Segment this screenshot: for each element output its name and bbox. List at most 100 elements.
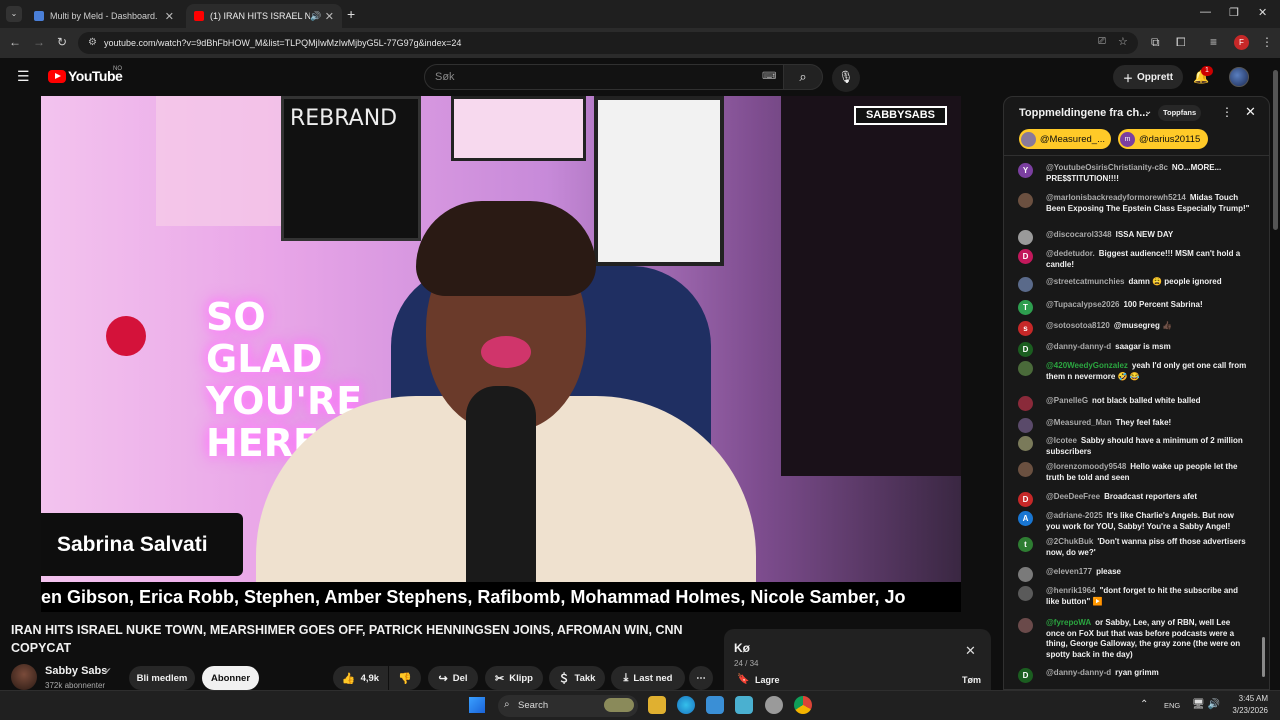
channel-avatar[interactable] — [11, 664, 37, 690]
page-scrollbar-thumb[interactable] — [1273, 70, 1278, 230]
queue-save-button[interactable]: Lagre — [755, 675, 780, 685]
file-explorer-icon[interactable] — [648, 696, 666, 714]
chat-author-name[interactable]: @420WeedyGonzalez — [1046, 361, 1128, 370]
close-icon[interactable]: ✕ — [965, 643, 976, 659]
chat-message[interactable]: @fyrepoWA or Sabby, Lee, any of RBN, well… — [1018, 618, 1250, 660]
subscribe-button[interactable]: Abonner — [202, 666, 259, 690]
chat-message[interactable]: D @DeeDeeFree Broadcast reporters afet — [1018, 492, 1250, 507]
chat-author-avatar[interactable] — [1018, 361, 1033, 376]
chat-message[interactable]: @discocarol3348 ISSA NEW DAY — [1018, 230, 1250, 245]
chat-scrollbar[interactable] — [1262, 637, 1265, 677]
reading-list-icon[interactable]: ≡ — [1210, 35, 1217, 49]
store-app-icon[interactable] — [706, 696, 724, 714]
chat-author-avatar[interactable] — [1018, 193, 1033, 208]
chat-author-name[interactable]: @danny-danny-d — [1046, 668, 1111, 677]
minimize-icon[interactable]: — — [1200, 6, 1211, 18]
dislike-button[interactable]: 👎 — [389, 666, 421, 690]
obs-app-icon[interactable] — [765, 696, 783, 714]
account-avatar[interactable] — [1229, 67, 1249, 87]
windows-start-icon[interactable] — [469, 697, 485, 713]
chat-message[interactable]: D @danny-danny-d saagar is msm — [1018, 342, 1250, 357]
chat-author-avatar[interactable] — [1018, 277, 1033, 292]
chat-author-name[interactable]: @discocarol3348 — [1046, 230, 1112, 239]
more-options-icon[interactable]: ⋮ — [1221, 105, 1233, 119]
browser-menu-icon[interactable]: ⋮ — [1261, 35, 1273, 49]
thanks-button[interactable]: ＄ Takk — [549, 666, 605, 690]
chat-message[interactable]: A @adriane-2025 It's like Charlie's Angels… — [1018, 511, 1250, 532]
chat-message[interactable]: @lorenzomoody9548 Hello wake up people le… — [1018, 462, 1250, 483]
download-button[interactable]: ⤓ Last ned — [611, 666, 685, 690]
chat-author-name[interactable]: @marlonisbackreadyformorewh5214 — [1046, 193, 1186, 202]
tab-search-button[interactable]: ⌄ — [6, 6, 22, 22]
keyboard-icon[interactable]: ⌨ — [762, 71, 776, 82]
more-actions-button[interactable]: ⋯ — [689, 666, 713, 690]
chat-author-avatar[interactable] — [1018, 462, 1033, 477]
share-button[interactable]: ↪ Del — [428, 666, 478, 690]
chat-message[interactable]: s @sotosotoa8120 @musegreg 👍🏿 — [1018, 321, 1250, 336]
close-chat-icon[interactable]: ✕ — [1245, 104, 1256, 120]
chat-author-name[interactable]: @DeeDeeFree — [1046, 492, 1100, 501]
network-volume-icon[interactable]: 🖥 🔊 — [1192, 699, 1220, 710]
chat-message[interactable]: @Measured_Man They feel fake! — [1018, 418, 1250, 433]
chat-message[interactable]: @marlonisbackreadyformorewh5214 Midas Tou… — [1018, 193, 1250, 214]
clip-button[interactable]: ✂ Klipp — [485, 666, 543, 690]
new-tab-button[interactable]: + — [347, 6, 355, 22]
video-player[interactable]: REBRAND SO GLAD YOU'RE HERE SABBYSABS Sa… — [41, 96, 961, 612]
chat-author-name[interactable]: @Tupacalypse2026 — [1046, 300, 1119, 309]
close-tab-icon[interactable]: ✕ — [165, 10, 174, 23]
extensions-icon[interactable]: ⧠ — [1176, 35, 1186, 50]
chat-message[interactable]: D @dedetudor. Biggest audience!!! MSM can'… — [1018, 249, 1250, 270]
tab-meld-dashboard[interactable]: Multi by Meld - Dashboard. ✕ — [26, 4, 182, 28]
chat-author-avatar[interactable] — [1018, 418, 1033, 433]
site-info-icon[interactable]: ⚙ — [88, 37, 97, 48]
edge-browser-icon[interactable] — [677, 696, 695, 714]
chat-author-name[interactable]: @danny-danny-d — [1046, 342, 1111, 351]
chat-author-avatar[interactable] — [1018, 436, 1033, 451]
create-button[interactable]: ＋ Opprett — [1113, 65, 1183, 89]
chat-author-avatar[interactable] — [1018, 618, 1033, 633]
chat-message[interactable]: Y @YoutubeOsirisChristianity-c8c NO...MORE… — [1018, 163, 1250, 184]
chat-author-avatar[interactable]: A — [1018, 511, 1033, 526]
chat-author-name[interactable]: @YoutubeOsirisChristianity-c8c — [1046, 163, 1168, 172]
tab-youtube-video[interactable]: (1) IRAN HITS ISRAEL NUKE 🔊 ✕ — [186, 4, 342, 28]
taskbar-search[interactable]: ⌕ Search — [498, 695, 638, 717]
forward-icon[interactable]: → — [33, 35, 45, 49]
chat-author-avatar[interactable]: D — [1018, 249, 1033, 264]
install-app-icon[interactable]: ⎚ — [1098, 36, 1106, 47]
top-fans-badge[interactable]: Toppfans — [1158, 105, 1202, 121]
chat-author-avatar[interactable]: Y — [1018, 163, 1033, 178]
pinned-chip[interactable]: m @darius20115 — [1118, 129, 1208, 149]
chat-author-name[interactable]: @eleven177 — [1046, 567, 1092, 576]
chat-author-avatar[interactable]: D — [1018, 342, 1033, 357]
close-tab-icon[interactable]: ✕ — [325, 10, 334, 23]
bookmark-icon[interactable]: 🔖 — [737, 674, 749, 685]
like-button[interactable]: 👍 4,9k — [333, 666, 388, 690]
bookmark-star-icon[interactable]: ☆ — [1118, 35, 1128, 48]
chat-author-avatar[interactable]: s — [1018, 321, 1033, 336]
search-button[interactable]: ⌕ — [783, 64, 823, 90]
channel-name[interactable]: Sabby Sabs — [45, 665, 107, 677]
clock-time[interactable]: 3:45 AM — [1226, 694, 1268, 703]
chat-author-avatar[interactable]: D — [1018, 668, 1033, 683]
chat-author-name[interactable]: @sotosotoa8120 — [1046, 321, 1110, 330]
join-button[interactable]: Bli medlem — [129, 666, 195, 690]
chat-author-name[interactable]: @lorenzomoody9548 — [1046, 462, 1126, 471]
chat-author-name[interactable]: @fyrepoWA — [1046, 618, 1091, 627]
pinned-chip[interactable]: @Measured_... — [1019, 129, 1111, 149]
search-input[interactable]: Søk — [424, 64, 784, 90]
chat-author-name[interactable]: @PanelleG — [1046, 396, 1088, 405]
chrome-browser-icon[interactable] — [794, 696, 812, 714]
chat-message[interactable]: t @2ChukBuk 'Don't wanna piss off those ad… — [1018, 537, 1250, 558]
app-icon[interactable] — [735, 696, 753, 714]
chat-author-name[interactable]: @2ChukBuk — [1046, 537, 1093, 546]
chat-message[interactable]: D @danny-danny-d ryan grimm — [1018, 668, 1250, 683]
chat-author-avatar[interactable]: t — [1018, 537, 1033, 552]
restore-icon[interactable]: ❐ — [1229, 6, 1239, 19]
collections-icon[interactable]: ⧉ — [1151, 35, 1160, 50]
chat-author-name[interactable]: @Measured_Man — [1046, 418, 1112, 427]
hamburger-icon[interactable]: ☰ — [17, 68, 30, 85]
chat-message[interactable]: @PanelleG not black balled white balled — [1018, 396, 1250, 411]
clock-date[interactable]: 3/23/2026 — [1226, 706, 1268, 715]
chat-author-name[interactable]: @henrik1964 — [1046, 586, 1096, 595]
chat-message[interactable]: @streetcatmunchies damn 😩 people ignored — [1018, 277, 1250, 292]
